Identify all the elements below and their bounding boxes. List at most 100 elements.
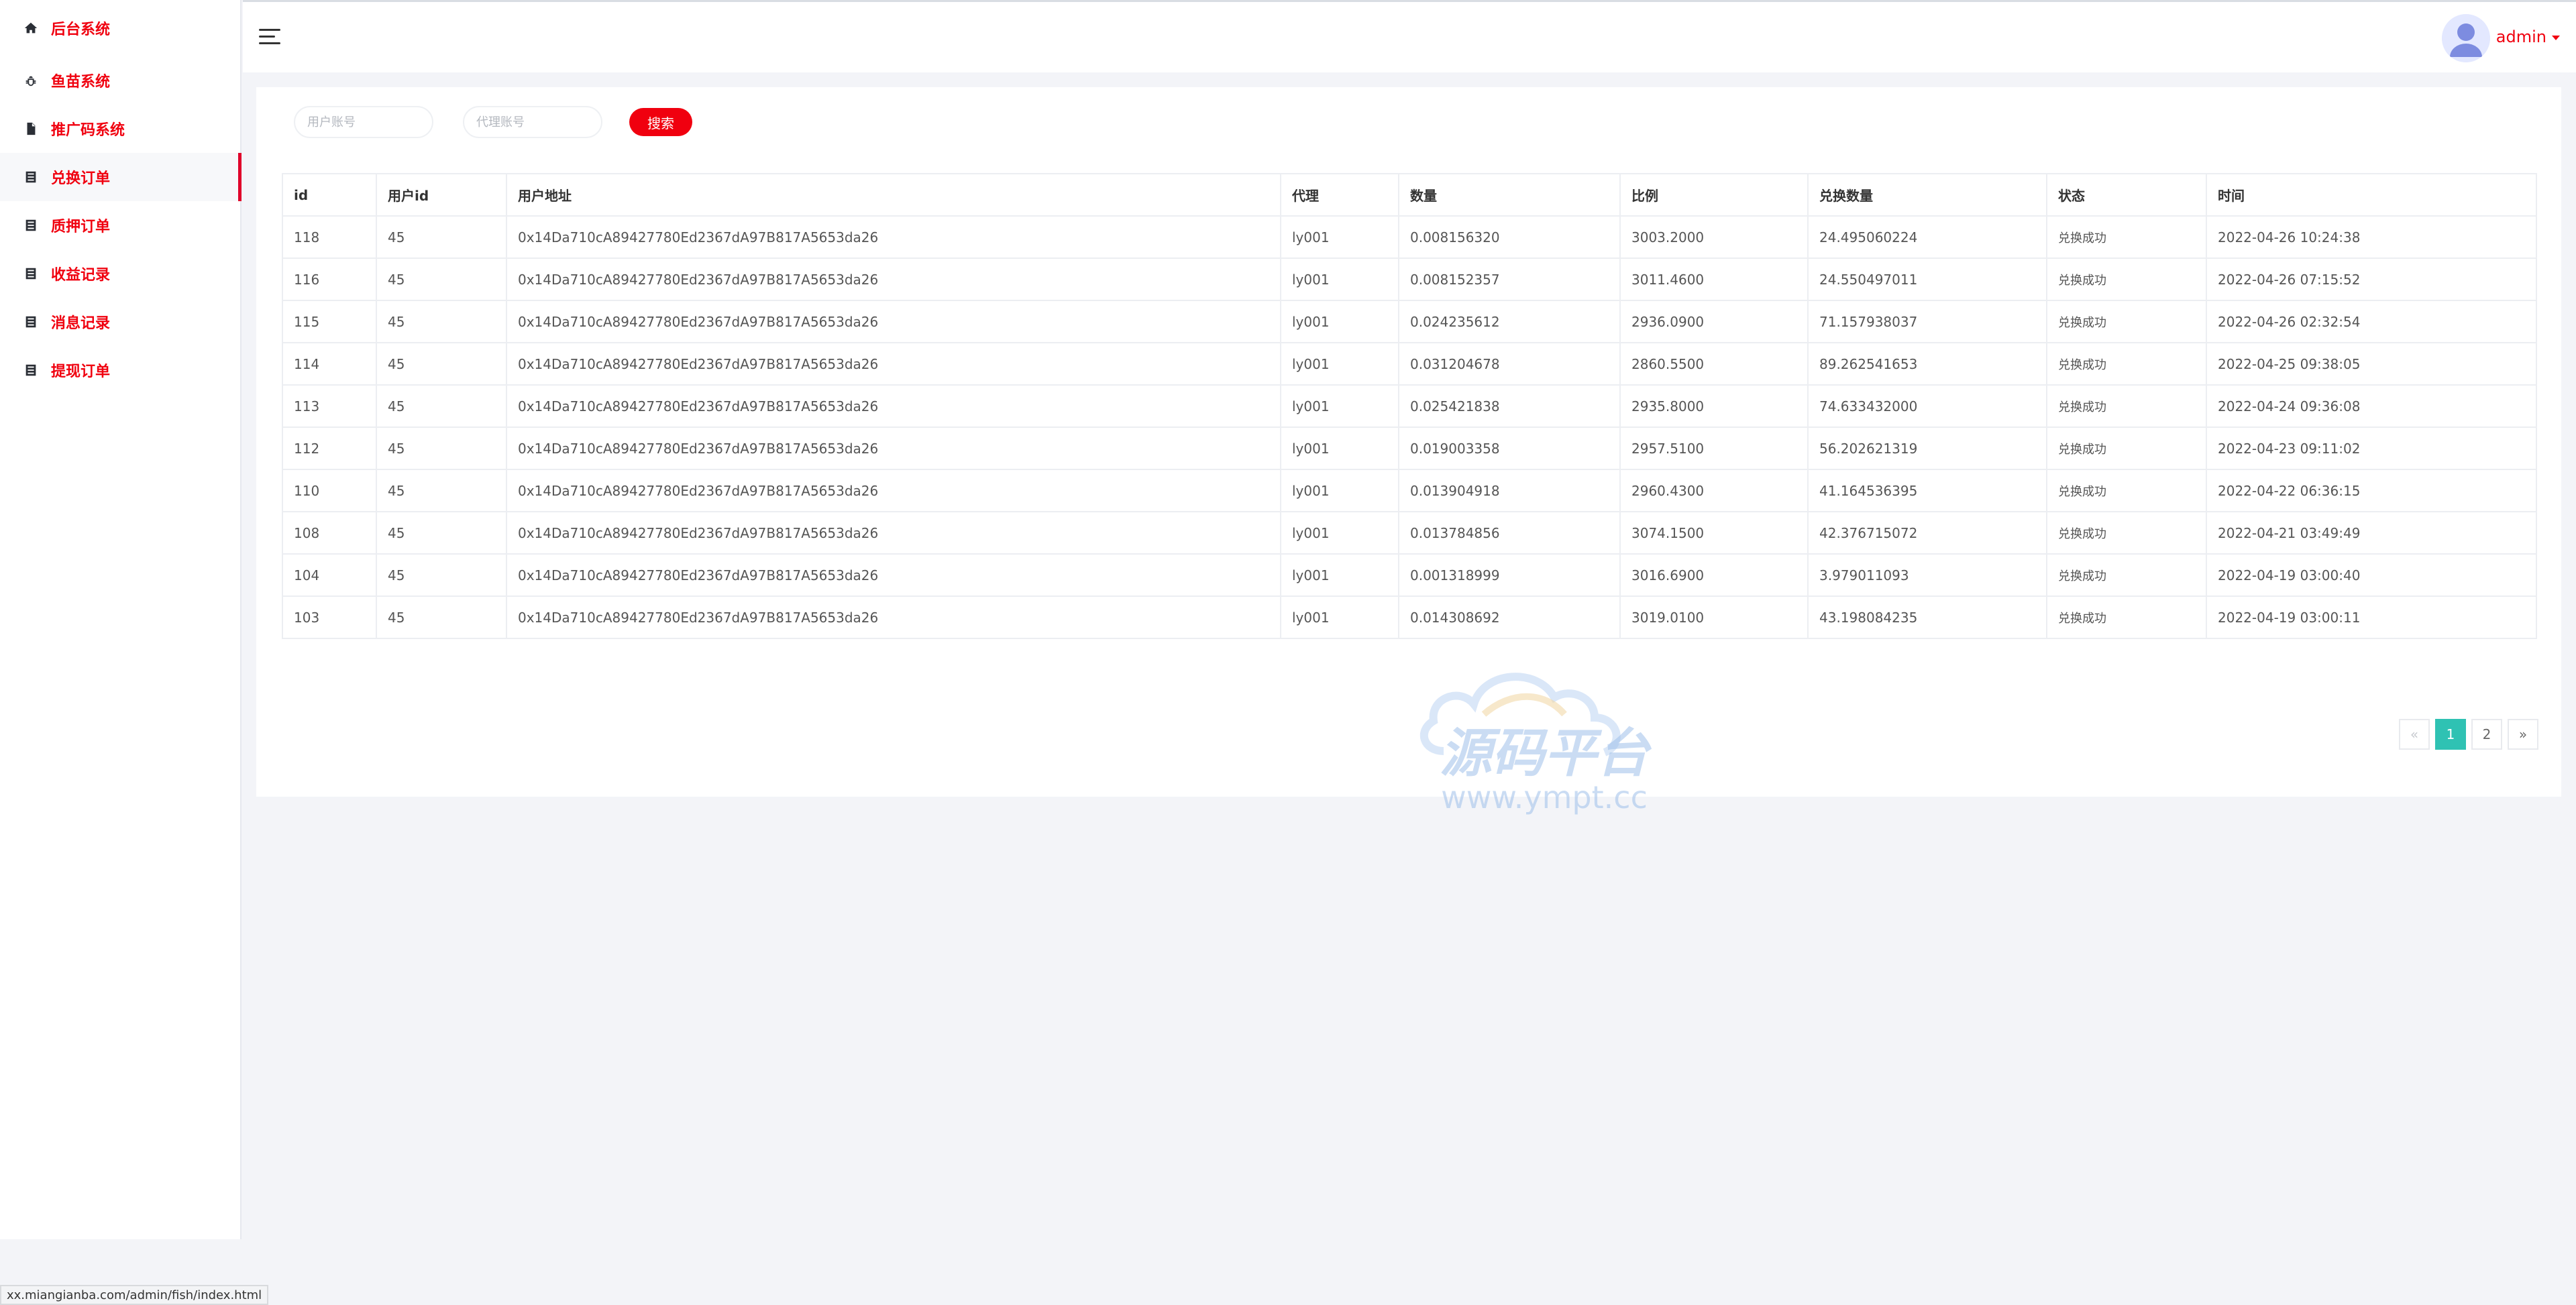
sidebar-item-exchange-orders[interactable]: 兑换订单 xyxy=(0,153,241,201)
next-page-button[interactable]: » xyxy=(2508,719,2538,750)
col-agent-cell: ly001 xyxy=(1280,427,1399,470)
col-amount-cell: 0.019003358 xyxy=(1398,427,1621,470)
bug-icon xyxy=(21,71,40,90)
sidebar-item-admin-system[interactable]: 后台系统 xyxy=(0,0,240,56)
col-id-cell: 114 xyxy=(282,342,377,386)
sidebar-item-fish-system[interactable]: 鱼苗系统 xyxy=(0,56,240,105)
col-agent-cell: ly001 xyxy=(1280,595,1399,639)
sidebar-item-message-records[interactable]: 消息记录 xyxy=(0,298,240,346)
sidebar-item-pledge-orders[interactable]: 质押订单 xyxy=(0,201,240,249)
col-time-cell: 2022-04-19 03:00:40 xyxy=(2206,553,2537,597)
col-user-id-cell: 45 xyxy=(376,342,507,386)
col-user-address-cell: 0x14Da710cA89427780Ed2367dA97B817A5653da… xyxy=(506,595,1281,639)
col-exchanged-amount-cell: 71.157938037 xyxy=(1807,300,2047,343)
col-user-id-cell: 45 xyxy=(376,384,507,428)
col-ratio-cell: 3003.2000 xyxy=(1619,215,1809,259)
col-time-cell: 2022-04-22 06:36:15 xyxy=(2206,469,2537,512)
col-id-cell: 104 xyxy=(282,553,377,597)
col-status-header: 状态 xyxy=(2046,173,2207,217)
col-agent-cell: ly001 xyxy=(1280,511,1399,555)
exchange-orders-panel: 搜索 id用户id用户地址代理数量比例兑换数量状态时间 118450x14Da7… xyxy=(256,87,2561,815)
page-2-button[interactable]: 2 xyxy=(2471,719,2502,750)
col-user-address-cell: 0x14Da710cA89427780Ed2367dA97B817A5653da… xyxy=(506,384,1281,428)
col-agent-cell: ly001 xyxy=(1280,342,1399,386)
col-id-cell: 103 xyxy=(282,595,377,639)
col-id-cell: 110 xyxy=(282,469,377,512)
orders-table: id 用户id 用户地址 代理 数量 比例 兑换数量 状态 时间 118 45 0x14Da710c… xyxy=(282,173,2537,639)
list-icon xyxy=(21,216,40,235)
table-row[interactable]: 108 45 0x14Da710cA89427780Ed2367dA97B817A5… xyxy=(282,511,2537,555)
col-amount-cell: 0.024235612 xyxy=(1398,300,1621,343)
col-agent-header: 代理 xyxy=(1280,173,1399,217)
col-time-cell: 2022-04-26 02:32:54 xyxy=(2206,300,2537,343)
user-account-input[interactable] xyxy=(294,106,433,138)
col-id-cell: 118 xyxy=(282,215,377,259)
sidebar-item-withdrawal-orders[interactable]: 提现订单 xyxy=(0,346,240,394)
table-row[interactable]: 104 45 0x14Da710cA89427780Ed2367dA97B817A5… xyxy=(282,553,2537,597)
table-row[interactable]: 114 45 0x14Da710cA89427780Ed2367dA97B817A5… xyxy=(282,342,2537,386)
list-icon xyxy=(21,264,40,283)
col-ratio-cell: 3011.4600 xyxy=(1619,258,1809,301)
table-row[interactable]: 110 45 0x14Da710cA89427780Ed2367dA97B817A5… xyxy=(282,469,2537,512)
table-row[interactable]: 103 45 0x14Da710cA89427780Ed2367dA97B817A5… xyxy=(282,595,2537,639)
col-user-address-cell: 0x14Da710cA89427780Ed2367dA97B817A5653da… xyxy=(506,215,1281,259)
username: admin xyxy=(2496,27,2546,46)
col-ratio-cell: 3019.0100 xyxy=(1619,595,1809,639)
table-row[interactable]: 116 45 0x14Da710cA89427780Ed2367dA97B817A5… xyxy=(282,258,2537,301)
app-window: 后台系统 鱼苗系统 推广码系统 兑换订单 质押订单 收益记录 消息记录 提现订单… xyxy=(0,0,2576,1305)
table-row[interactable]: 118 45 0x14Da710cA89427780Ed2367dA97B817A5… xyxy=(282,215,2537,259)
col-id-cell: 113 xyxy=(282,384,377,428)
table-row[interactable]: 112 45 0x14Da710cA89427780Ed2367dA97B817A5… xyxy=(282,427,2537,470)
col-exchanged-amount-cell: 24.550497011 xyxy=(1807,258,2047,301)
col-status-cell: 兑换成功 xyxy=(2046,553,2207,597)
col-exchanged-amount-header: 兑换数量 xyxy=(1807,173,2047,217)
table-body: 118 45 0x14Da710cA89427780Ed2367dA97B817A5… xyxy=(282,215,2537,639)
hamburger-menu-icon[interactable] xyxy=(259,29,280,46)
col-exchanged-amount-cell: 24.495060224 xyxy=(1807,215,2047,259)
col-id-header: id xyxy=(282,173,377,217)
col-exchanged-amount-cell: 56.202621319 xyxy=(1807,427,2047,470)
col-amount-cell: 0.008152357 xyxy=(1398,258,1621,301)
col-ratio-cell: 2860.5500 xyxy=(1619,342,1809,386)
col-time-cell: 2022-04-26 07:15:52 xyxy=(2206,258,2537,301)
user-menu[interactable]: admin xyxy=(2496,27,2560,46)
list-icon xyxy=(21,168,40,186)
prev-page-button[interactable]: « xyxy=(2399,719,2430,750)
col-amount-cell: 0.013904918 xyxy=(1398,469,1621,512)
sidebar-item-label: 质押订单 xyxy=(51,219,111,235)
sidebar-item-earnings-records[interactable]: 收益记录 xyxy=(0,249,240,298)
col-user-address-cell: 0x14Da710cA89427780Ed2367dA97B817A5653da… xyxy=(506,300,1281,343)
document-icon xyxy=(21,119,40,138)
col-status-cell: 兑换成功 xyxy=(2046,300,2207,343)
col-exchanged-amount-cell: 41.164536395 xyxy=(1807,469,2047,512)
col-status-cell: 兑换成功 xyxy=(2046,258,2207,301)
pagination: « 1 2 » xyxy=(2394,719,2538,750)
col-exchanged-amount-cell: 42.376715072 xyxy=(1807,511,2047,555)
col-time-cell: 2022-04-26 10:24:38 xyxy=(2206,215,2537,259)
col-agent-cell: ly001 xyxy=(1280,215,1399,259)
col-ratio-cell: 3074.1500 xyxy=(1619,511,1809,555)
col-user-id-cell: 45 xyxy=(376,595,507,639)
col-id-cell: 115 xyxy=(282,300,377,343)
col-amount-header: 数量 xyxy=(1398,173,1621,217)
col-user-id-cell: 45 xyxy=(376,511,507,555)
top-header: admin xyxy=(243,0,2576,72)
col-id-cell: 116 xyxy=(282,258,377,301)
col-user-address-cell: 0x14Da710cA89427780Ed2367dA97B817A5653da… xyxy=(506,511,1281,555)
page-1-button[interactable]: 1 xyxy=(2435,719,2466,750)
table-row[interactable]: 115 45 0x14Da710cA89427780Ed2367dA97B817A5… xyxy=(282,300,2537,343)
col-time-cell: 2022-04-23 09:11:02 xyxy=(2206,427,2537,470)
sidebar-item-label: 推广码系统 xyxy=(51,122,125,139)
col-ratio-cell: 2957.5100 xyxy=(1619,427,1809,470)
col-time-cell: 2022-04-24 09:36:08 xyxy=(2206,384,2537,428)
table-row[interactable]: 113 45 0x14Da710cA89427780Ed2367dA97B817A5… xyxy=(282,384,2537,428)
col-ratio-cell: 2935.8000 xyxy=(1619,384,1809,428)
sidebar-item-label: 提现订单 xyxy=(51,363,111,380)
user-avatar-icon[interactable] xyxy=(2442,14,2490,62)
agent-account-input[interactable] xyxy=(463,106,602,138)
search-button[interactable]: 搜索 xyxy=(629,108,692,136)
col-agent-cell: ly001 xyxy=(1280,553,1399,597)
col-status-cell: 兑换成功 xyxy=(2046,511,2207,555)
col-ratio-header: 比例 xyxy=(1619,173,1809,217)
sidebar-item-promo-code-system[interactable]: 推广码系统 xyxy=(0,105,240,153)
